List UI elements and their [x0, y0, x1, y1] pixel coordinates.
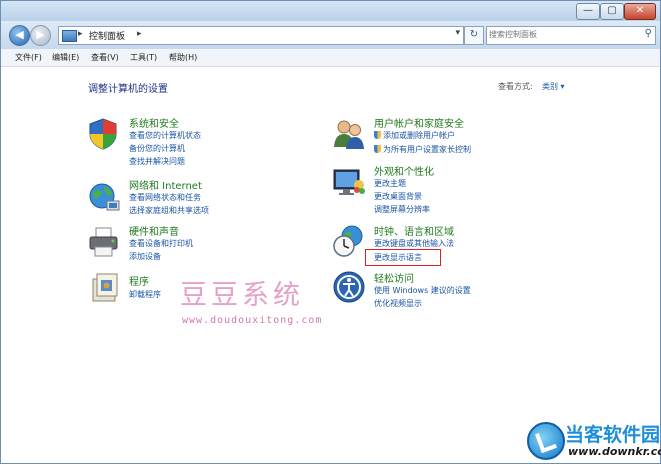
- category-network-internet[interactable]: 网络和 Internet: [129, 177, 202, 192]
- link-add-remove-user-label: 添加或删除用户帐户: [383, 131, 455, 140]
- brand-logo-icon: [527, 422, 565, 460]
- breadcrumb-separator[interactable]: ▸: [137, 29, 142, 39]
- link-change-keyboard[interactable]: 更改键盘或其他输入法: [374, 238, 454, 249]
- watermark-text: 豆豆系统: [180, 280, 304, 311]
- minimize-button[interactable]: —: [576, 3, 600, 20]
- link-recommended-settings[interactable]: 使用 Windows 建议的设置: [374, 285, 471, 296]
- user-accounts-icon[interactable]: [332, 117, 366, 151]
- menu-view[interactable]: 查看(V): [91, 52, 119, 63]
- control-panel-window: — ▢ ✕ ◀ ▶ ▸ 控制面板 ▸ ▾ ↻ ⚲ 文件(F) 编辑(E) 查看(…: [0, 0, 661, 464]
- search-input[interactable]: [489, 28, 634, 41]
- watermark-url: www.doudouxitong.com: [182, 315, 323, 326]
- view-by-dropdown[interactable]: 类别 ▾: [542, 81, 565, 92]
- link-backup-computer[interactable]: 备份您的计算机: [129, 143, 185, 154]
- appearance-monitor-icon[interactable]: [332, 165, 366, 199]
- main-content: 调整计算机的设置 查看方式: 类别 ▾ 系统和安全 查看您的计算机状态 备份您的…: [1, 67, 661, 463]
- arrow-right-icon: ▶: [36, 28, 45, 41]
- link-uninstall-program[interactable]: 卸载程序: [129, 289, 161, 300]
- page-title: 调整计算机的设置: [88, 84, 168, 95]
- category-user-accounts[interactable]: 用户帐户和家庭安全: [374, 115, 464, 130]
- ease-of-access-icon[interactable]: [332, 270, 366, 304]
- menu-bar: 文件(F) 编辑(E) 查看(V) 工具(T) 帮助(H): [1, 49, 660, 67]
- uac-shield-icon: [374, 131, 381, 139]
- menu-file[interactable]: 文件(F): [15, 52, 42, 63]
- menu-tools[interactable]: 工具(T): [130, 52, 157, 63]
- arrow-left-icon: ◀: [15, 28, 24, 41]
- category-clock-language-region[interactable]: 时钟、语言和区域: [374, 223, 454, 238]
- network-globe-icon[interactable]: [87, 180, 121, 214]
- brand-name: 当客软件园: [565, 424, 661, 446]
- link-homegroup-sharing[interactable]: 选择家庭组和共享选项: [129, 205, 209, 216]
- link-troubleshoot[interactable]: 查找并解决问题: [129, 156, 185, 167]
- link-parental-controls-label: 为所有用户设置家长控制: [383, 145, 471, 154]
- navigation-bar: ◀ ▶ ▸ 控制面板 ▸ ▾ ↻ ⚲: [1, 21, 660, 49]
- menu-help[interactable]: 帮助(H): [169, 52, 197, 63]
- printer-icon[interactable]: [87, 225, 121, 259]
- link-devices-printers[interactable]: 查看设备和打印机: [129, 238, 193, 249]
- link-change-theme[interactable]: 更改主题: [374, 178, 406, 189]
- address-bar[interactable]: ▸ 控制面板 ▸ ▾: [58, 26, 464, 45]
- link-parental-controls[interactable]: 为所有用户设置家长控制: [374, 144, 471, 155]
- search-box[interactable]: ⚲: [486, 26, 656, 45]
- breadcrumb-control-panel[interactable]: 控制面板: [89, 29, 125, 42]
- link-view-computer-status[interactable]: 查看您的计算机状态: [129, 130, 201, 141]
- link-adjust-resolution[interactable]: 调整屏幕分辨率: [374, 204, 430, 215]
- link-add-device[interactable]: 添加设备: [129, 251, 161, 262]
- refresh-icon: ↻: [469, 29, 479, 40]
- system-security-icon[interactable]: [86, 117, 120, 151]
- view-by-label: 查看方式:: [498, 82, 533, 91]
- address-dropdown-icon[interactable]: ▾: [455, 28, 460, 38]
- brand-url: www.downkr.com: [568, 445, 661, 458]
- breadcrumb-separator[interactable]: ▸: [78, 29, 83, 39]
- control-panel-icon: [62, 30, 77, 42]
- category-ease-of-access[interactable]: 轻松访问: [374, 270, 414, 285]
- clock-globe-icon[interactable]: [332, 224, 366, 258]
- category-appearance[interactable]: 外观和个性化: [374, 163, 434, 178]
- uac-shield-icon: [374, 145, 381, 153]
- search-icon[interactable]: ⚲: [645, 28, 652, 39]
- maximize-button[interactable]: ▢: [600, 3, 624, 20]
- programs-icon[interactable]: [88, 271, 122, 305]
- category-system-security[interactable]: 系统和安全: [129, 115, 179, 130]
- link-change-desktop-background[interactable]: 更改桌面背景: [374, 191, 422, 202]
- forward-button[interactable]: ▶: [30, 25, 51, 46]
- category-hardware-sound[interactable]: 硬件和声音: [129, 223, 179, 238]
- refresh-button[interactable]: ↻: [464, 26, 484, 45]
- menu-edit[interactable]: 编辑(E): [52, 52, 79, 63]
- link-network-status[interactable]: 查看网络状态和任务: [129, 192, 201, 203]
- close-button[interactable]: ✕: [624, 3, 656, 20]
- link-optimize-video[interactable]: 优化视频显示: [374, 298, 422, 309]
- back-button[interactable]: ◀: [9, 25, 30, 46]
- link-add-remove-user[interactable]: 添加或删除用户帐户: [374, 130, 455, 141]
- brand-watermark: 当客软件园 www.downkr.com: [525, 416, 661, 463]
- title-bar: — ▢ ✕: [1, 1, 660, 21]
- highlight-box: [365, 249, 441, 266]
- category-programs[interactable]: 程序: [129, 273, 149, 288]
